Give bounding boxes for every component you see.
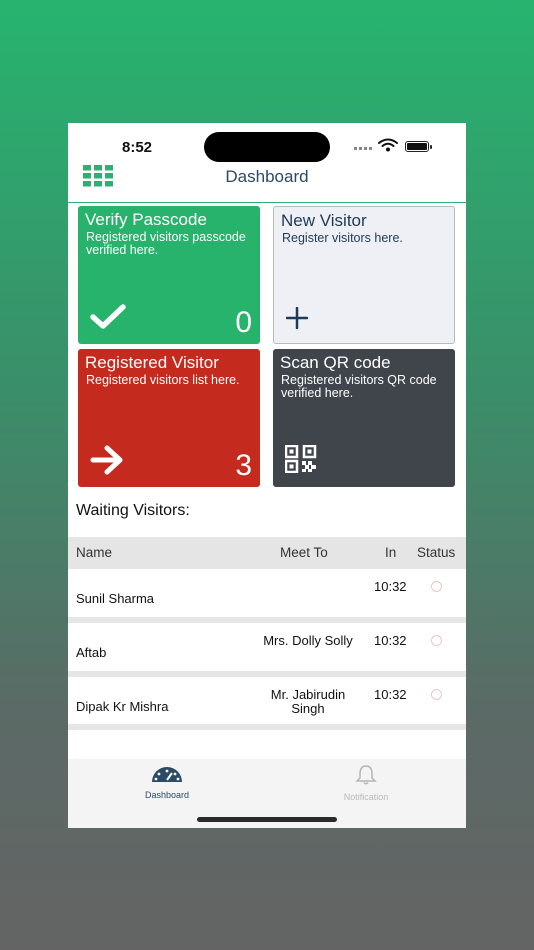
visitor-name: Aftab bbox=[76, 645, 107, 660]
dynamic-island bbox=[204, 132, 330, 162]
tile-description: Registered visitors QR code verified her… bbox=[281, 373, 437, 400]
table-row[interactable]: Sunil Sharma 10:32 bbox=[68, 569, 466, 617]
nav-bar: Dashboard bbox=[68, 159, 466, 203]
visitor-meet-to: Mrs. Dolly Solly bbox=[263, 633, 353, 648]
signal-icon bbox=[354, 147, 374, 150]
new-visitor-tile[interactable]: New Visitor Register visitors here. bbox=[273, 206, 455, 344]
visitor-meet-to: Mr. Jabirudin Singh bbox=[270, 687, 346, 716]
row-divider bbox=[68, 724, 466, 730]
tile-description: Registered visitors list here. bbox=[86, 373, 240, 387]
tile-title: Verify Passcode bbox=[85, 210, 207, 229]
status-dot-icon bbox=[431, 635, 442, 646]
tile-title: New Visitor bbox=[281, 211, 367, 230]
verify-passcode-tile[interactable]: Verify Passcode Registered visitors pass… bbox=[78, 206, 260, 344]
visitor-in-time: 10:32 bbox=[374, 687, 407, 702]
tile-title: Registered Visitor bbox=[85, 353, 219, 372]
battery-icon bbox=[405, 141, 432, 152]
status-dot-icon bbox=[431, 689, 442, 700]
tab-label: Dashboard bbox=[144, 790, 190, 800]
checkmark-icon bbox=[90, 304, 126, 329]
arrow-right-icon bbox=[90, 445, 123, 475]
visitor-name: Sunil Sharma bbox=[76, 591, 155, 606]
waiting-visitors-heading: Waiting Visitors: bbox=[76, 502, 190, 519]
qr-code-icon bbox=[285, 445, 317, 473]
table-row[interactable]: Aftab Mrs. Dolly Solly 10:32 bbox=[68, 623, 466, 671]
phone-screen: 8:52 Dashboard Verify Passcode Registere… bbox=[68, 123, 466, 828]
page-title: Dashboard bbox=[225, 167, 309, 186]
registered-visitor-tile[interactable]: Registered Visitor Registered visitors l… bbox=[78, 349, 260, 487]
plus-icon bbox=[286, 307, 308, 329]
tile-description: Registered visitors passcode verified he… bbox=[86, 230, 246, 257]
wifi-icon bbox=[378, 138, 398, 152]
tab-label: Notification bbox=[343, 792, 389, 802]
column-meet-to: Meet To bbox=[280, 545, 328, 560]
tab-dashboard[interactable]: Dashboard bbox=[102, 765, 232, 800]
visitor-in-time: 10:32 bbox=[374, 633, 407, 648]
status-dot-icon bbox=[431, 581, 442, 592]
verified-count: 0 bbox=[235, 306, 252, 339]
speedometer-icon bbox=[152, 767, 182, 782]
column-in: In bbox=[385, 545, 397, 560]
tile-description: Register visitors here. bbox=[282, 231, 403, 245]
visitor-name: Dipak Kr Mishra bbox=[76, 699, 169, 714]
tile-title: Scan QR code bbox=[280, 353, 391, 372]
registered-count: 3 bbox=[235, 449, 252, 482]
status-time: 8:52 bbox=[122, 139, 153, 156]
visitor-in-time: 10:32 bbox=[374, 579, 407, 594]
column-name: Name bbox=[76, 545, 113, 560]
column-status: Status bbox=[417, 545, 456, 560]
home-indicator bbox=[197, 817, 337, 822]
bell-icon bbox=[355, 765, 377, 785]
table-header: Name Meet To In Status bbox=[68, 537, 466, 569]
table-row[interactable]: Dipak Kr Mishra Mr. Jabirudin Singh 10:3… bbox=[68, 677, 466, 725]
scan-qr-tile[interactable]: Scan QR code Registered visitors QR code… bbox=[273, 349, 455, 487]
tab-notification[interactable]: Notification bbox=[301, 765, 431, 802]
